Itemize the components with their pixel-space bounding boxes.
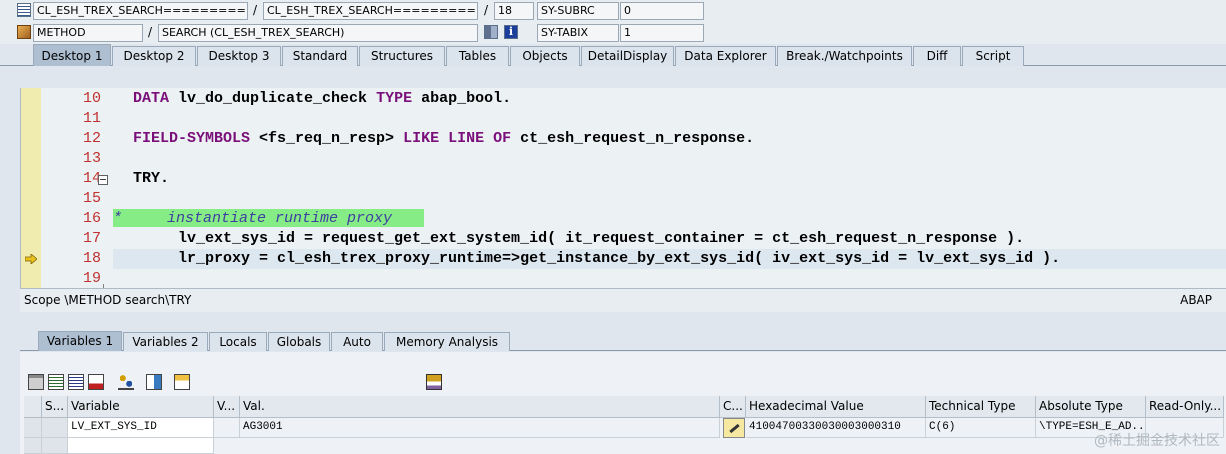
sysvar2-value-field[interactable]: 1 (620, 24, 704, 42)
variables-table: S... Variable V... Val. C... Hexadecimal… (24, 396, 1226, 454)
code-line-12: FIELD-SYMBOLS <fs_req_n_resp> LIKE LINE … (133, 130, 755, 147)
line-number-field[interactable]: 18 (494, 2, 534, 20)
info-icon[interactable]: i (504, 25, 518, 39)
desktop-tab-bar: Desktop 1 Desktop 2 Desktop 3 Standard S… (0, 44, 1226, 66)
include-field[interactable]: CL_ESH_TREX_SEARCH============... (263, 2, 478, 20)
tab-locals[interactable]: Locals (209, 332, 267, 351)
tab-memory-analysis[interactable]: Memory Analysis (384, 332, 510, 351)
line-number: 10 (82, 90, 101, 107)
tab-desktop-3[interactable]: Desktop 3 (197, 46, 281, 66)
panel-separator (14, 312, 1226, 322)
tab-script[interactable]: Script (962, 46, 1024, 66)
line-number: 14 (82, 170, 101, 187)
scope-text: Scope \METHOD search\TRY (24, 293, 192, 307)
status-cell (42, 418, 68, 438)
column-header[interactable]: Absolute Type (1036, 396, 1146, 418)
tab-structures[interactable]: Structures (359, 46, 445, 66)
current-line-arrow-icon (25, 254, 37, 264)
column-header[interactable]: S... (42, 396, 68, 418)
separator-slash: / (148, 25, 153, 39)
separator-slash: / (484, 3, 489, 17)
fold-toggle-icon[interactable] (98, 175, 108, 185)
event-type-field[interactable]: METHOD (33, 24, 143, 42)
value-cell[interactable]: AG3001 (240, 418, 720, 438)
event-name-field[interactable]: SEARCH (CL_ESH_TREX_SEARCH) (158, 24, 478, 42)
tab-auto[interactable]: Auto (331, 332, 383, 351)
line-number: 13 (82, 150, 101, 167)
tab-objects[interactable]: Objects (510, 46, 580, 66)
code-line-10: DATA lv_do_duplicate_check TYPE abap_boo… (133, 90, 512, 107)
row-selector[interactable] (24, 418, 42, 438)
sysvar1-value-field[interactable]: 0 (620, 2, 704, 20)
insert-row-icon[interactable] (48, 374, 64, 390)
line-number: 17 (82, 230, 101, 247)
code-line-14: TRY. (133, 170, 170, 187)
transfer-icon[interactable] (146, 374, 162, 390)
column-header[interactable]: Hexadecimal Value (746, 396, 926, 418)
row-selector[interactable] (24, 438, 42, 454)
scope-bar: Scope \METHOD search\TRY ABAP (20, 288, 1226, 312)
sysvar1-name-field[interactable]: SY-SUBRC (537, 2, 619, 20)
view-cell[interactable] (214, 418, 240, 438)
status-cell (42, 438, 68, 454)
tab-desktop-1[interactable]: Desktop 1 (33, 44, 111, 66)
tab-variables-1[interactable]: Variables 1 (38, 331, 122, 351)
line-number: 19 (82, 270, 101, 287)
code-line-16: * instantiate runtime proxy (113, 210, 393, 227)
variables-panel: S... Variable V... Val. C... Hexadecimal… (20, 352, 1226, 454)
technical-type-cell: C(6) (926, 418, 1036, 438)
code-line-17: lv_ext_sys_id = request_get_ext_system_i… (133, 230, 1025, 247)
program-list-icon[interactable] (17, 3, 31, 17)
tab-detail-display[interactable]: DetailDisplay (581, 46, 674, 66)
column-header[interactable]: Variable (68, 396, 214, 418)
row-selector-header (24, 396, 42, 418)
tab-variables-2[interactable]: Variables 2 (123, 332, 208, 351)
column-header[interactable]: Val. (240, 396, 720, 418)
debugger-header-row-1: CL_ESH_TREX_SEARCH============... / CL_E… (0, 0, 1226, 22)
tab-tables[interactable]: Tables (446, 46, 509, 66)
tab-watchpoints[interactable]: Break./Watchpoints (777, 46, 912, 66)
line-number: 11 (82, 110, 101, 127)
tab-desktop-2[interactable]: Desktop 2 (112, 46, 196, 66)
append-row-icon[interactable] (68, 374, 84, 390)
tab-globals[interactable]: Globals (268, 332, 330, 351)
separator-slash: / (253, 3, 258, 17)
delete-icon[interactable] (28, 374, 44, 390)
program-field[interactable]: CL_ESH_TREX_SEARCH============... (33, 2, 248, 20)
source-code-editor[interactable]: 10 11 12 13 14 15 16 17 18 19 DATA lv_do… (20, 88, 1226, 288)
method-cube-icon (17, 25, 31, 39)
line-number: 18 (82, 250, 101, 267)
language-label: ABAP (1180, 293, 1212, 307)
line-numbers: 10 11 12 13 14 15 16 17 18 19 (41, 88, 101, 288)
column-header[interactable]: V... (214, 396, 240, 418)
variable-name-input[interactable]: LV_EXT_SYS_ID (68, 418, 214, 438)
delete-row-icon[interactable] (88, 374, 104, 390)
tab-data-explorer[interactable]: Data Explorer (675, 46, 776, 66)
line-number: 15 (82, 190, 101, 207)
sysvar2-name-field[interactable]: SY-TABIX (537, 24, 619, 42)
tab-diff[interactable]: Diff (913, 46, 961, 66)
hierarchy-icon[interactable] (118, 374, 134, 390)
layout-grid-icon[interactable] (484, 25, 498, 39)
variable-name-input[interactable] (68, 438, 214, 454)
save-icon[interactable] (426, 374, 442, 390)
structure-icon[interactable] (174, 374, 190, 390)
line-number: 12 (82, 130, 101, 147)
hex-value-cell: 41004700330030003000310 (746, 418, 926, 438)
debugger-header-row-2: METHOD / SEARCH (CL_ESH_TREX_SEARCH) i S… (0, 22, 1226, 44)
column-header[interactable]: Technical Type (926, 396, 1036, 418)
variables-tab-bar: Variables 1 Variables 2 Locals Globals A… (20, 331, 1226, 351)
watermark: @稀土掘金技术社区 (1094, 433, 1220, 449)
edit-pencil-icon[interactable] (723, 418, 745, 438)
column-header[interactable]: Read-Only... (1146, 396, 1224, 418)
code-line-18: lr_proxy = cl_esh_trex_proxy_runtime=>ge… (133, 250, 1061, 267)
column-header[interactable]: C... (720, 396, 746, 418)
line-number: 16 (82, 210, 101, 227)
tab-standard[interactable]: Standard (282, 46, 358, 66)
